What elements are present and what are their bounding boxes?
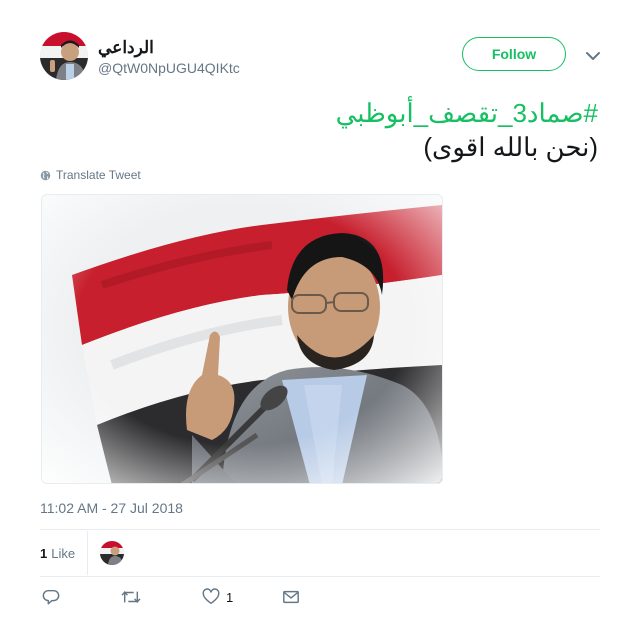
avatar[interactable] xyxy=(40,32,88,80)
translate-tweet-link[interactable]: Translate Tweet xyxy=(40,168,141,182)
tweet-actions: 1 xyxy=(40,588,340,612)
tweet-stats: 1 Like xyxy=(40,531,600,575)
tweet-photo[interactable] xyxy=(41,194,443,484)
tweet-text: #صماد3_تقصف_أبوظبي (نحن بالله اقوى) xyxy=(38,96,598,164)
envelope-icon xyxy=(283,590,299,604)
tweet-body: (نحن بالله اقوى) xyxy=(423,132,598,162)
user-handle[interactable]: @QtW0NpUGU4QIKtc xyxy=(98,60,240,76)
translate-label: Translate Tweet xyxy=(56,168,141,182)
chevron-down-icon[interactable] xyxy=(583,46,603,66)
likes-label: Like xyxy=(51,545,76,561)
tweet-timestamp[interactable]: 11:02 AM - 27 Jul 2018 xyxy=(40,500,183,516)
heart-icon xyxy=(202,588,220,605)
reply-button[interactable] xyxy=(42,588,60,606)
likes-count: 1 xyxy=(40,545,48,561)
retweet-button[interactable] xyxy=(120,588,142,606)
reply-icon xyxy=(42,589,60,605)
follow-button[interactable]: Follow xyxy=(462,37,566,71)
stats-top-divider xyxy=(40,529,600,530)
like-button[interactable]: 1 xyxy=(202,588,233,606)
tweet-card: الرداعي @QtW0NpUGU4QIKtc Follow #صماد3_ت… xyxy=(0,0,640,638)
retweet-icon xyxy=(121,590,141,604)
direct-message-button[interactable] xyxy=(282,588,300,606)
hashtag-link[interactable]: #صماد3_تقصف_أبوظبي xyxy=(38,96,598,130)
likes-stat[interactable]: 1 Like xyxy=(40,531,89,575)
user-display-name[interactable]: الرداعي xyxy=(98,38,154,58)
like-count: 1 xyxy=(226,589,234,605)
globe-icon xyxy=(40,170,51,180)
stats-bottom-divider xyxy=(40,576,600,577)
liker-avatar[interactable] xyxy=(100,541,125,565)
